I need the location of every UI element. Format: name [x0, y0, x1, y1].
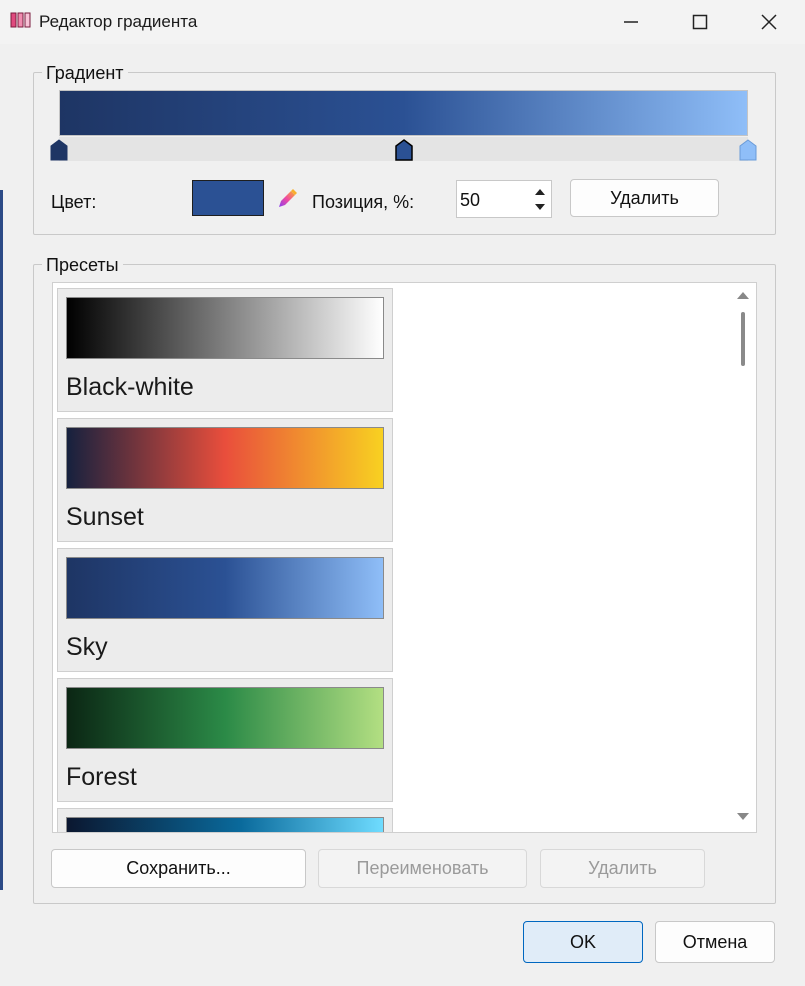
preset-item-partial[interactable] [57, 808, 393, 832]
position-label: Позиция, %: [312, 192, 415, 212]
presets-scrollbar[interactable] [731, 284, 755, 831]
delete-preset-button[interactable]: Удалить [540, 849, 705, 888]
arrow-down-icon [535, 204, 545, 210]
delete-stop-button[interactable]: Удалить [570, 179, 719, 217]
color-swatch[interactable] [192, 180, 264, 216]
background-window-edge [0, 190, 3, 890]
maximize-button[interactable] [669, 0, 731, 44]
close-icon [761, 14, 777, 30]
position-spinbox[interactable]: 50 [456, 180, 552, 218]
preset-gradient-preview [66, 687, 384, 749]
gradient-stop-50[interactable] [394, 139, 414, 161]
scrollbar-thumb[interactable] [741, 312, 745, 366]
preset-item-forest[interactable]: Forest [57, 678, 393, 802]
scroll-down-icon[interactable] [736, 812, 750, 822]
arrow-up-icon [535, 189, 545, 195]
preset-name: Sky [66, 633, 108, 661]
preset-gradient-preview [66, 817, 384, 832]
gradient-group-legend: Градиент [42, 63, 128, 84]
gradient-stop-0[interactable] [49, 139, 69, 161]
presets-list[interactable]: Black-white Sunset Sky Forest [52, 282, 757, 833]
color-picker-icon[interactable] [276, 186, 300, 210]
preset-name: Sunset [66, 503, 144, 531]
save-preset-button[interactable]: Сохранить... [51, 849, 306, 888]
minimize-button[interactable] [600, 0, 662, 44]
rename-preset-button[interactable]: Переименовать [318, 849, 527, 888]
cancel-button[interactable]: Отмена [655, 921, 775, 963]
preset-gradient-preview [66, 297, 384, 359]
maximize-icon [692, 14, 708, 30]
scroll-up-icon[interactable] [736, 290, 750, 300]
position-value[interactable]: 50 [460, 190, 480, 211]
ok-button[interactable]: OK [523, 921, 643, 963]
spin-up-button[interactable] [531, 184, 549, 200]
presets-group-legend: Пресеты [42, 255, 123, 276]
window-title: Редактор градиента [39, 12, 198, 31]
minimize-icon [624, 21, 638, 23]
gradient-editor-icon [10, 12, 31, 28]
spin-down-button[interactable] [531, 199, 549, 215]
color-label: Цвет: [51, 192, 97, 212]
preset-gradient-preview [66, 557, 384, 619]
title-bar: Редактор градиента [0, 0, 805, 44]
preset-gradient-preview [66, 427, 384, 489]
preset-item-sky[interactable]: Sky [57, 548, 393, 672]
preset-item-sunset[interactable]: Sunset [57, 418, 393, 542]
gradient-stop-100[interactable] [738, 139, 758, 161]
preset-name: Black-white [66, 373, 194, 401]
close-button[interactable] [738, 0, 800, 44]
preset-item-black-white[interactable]: Black-white [57, 288, 393, 412]
preset-name: Forest [66, 763, 137, 791]
gradient-preview[interactable] [59, 90, 748, 136]
